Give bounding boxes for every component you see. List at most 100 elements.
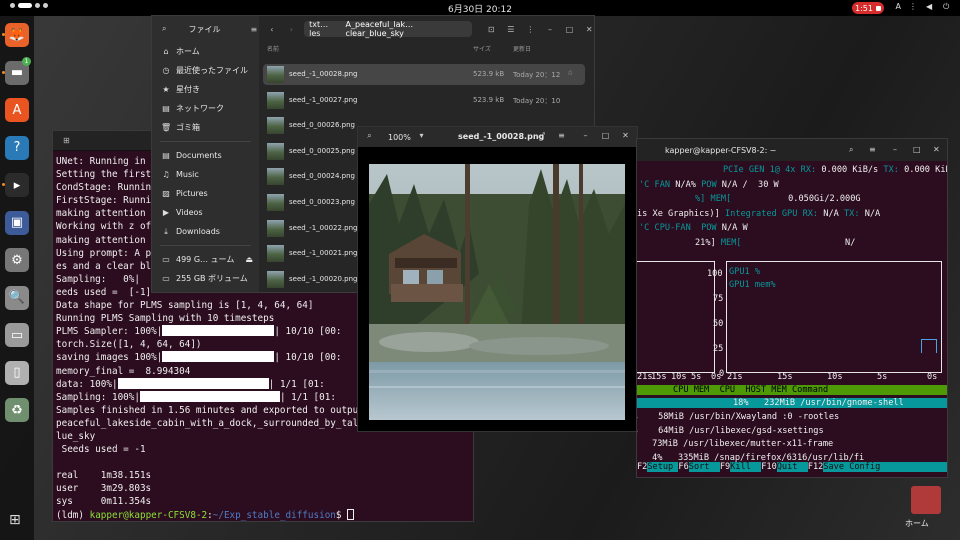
sidebar-label: 499 G… ューム (176, 255, 235, 264)
process-row[interactable]: 0% 58MiB /usr/bin/Xwayland :0 -rootles (637, 412, 839, 422)
breadcrumb[interactable]: txt…les A_peaceful_lak…clear_blue_sky (304, 20, 473, 38)
function-key-label[interactable]: Kill (730, 462, 761, 472)
sidebar-volume-1[interactable]: ▭ 255 GB ボリューム (152, 269, 259, 288)
home-folder-label[interactable]: ホーム (905, 518, 929, 529)
forward-icon[interactable]: › (285, 25, 299, 34)
nvtop-terminal-window[interactable]: kapper@kapper-CFSV8-2: ~ ⌕ ≡ – □ ✕ PCIe … (636, 138, 948, 478)
sidebar-item-2[interactable]: ★ 星付き (152, 80, 259, 99)
sidebar-place-1[interactable]: ♫ Music (152, 165, 259, 184)
sidebar-volume-0[interactable]: ▭ 499 G… ューム ⏏ (152, 250, 259, 269)
recording-indicator[interactable]: 1:51 (852, 2, 884, 14)
column-name[interactable]: 名前 (267, 44, 279, 53)
prompt-env: (ldm) (56, 509, 90, 521)
viewer-close-icon[interactable]: ✕ (620, 131, 631, 142)
nvtop-minimize-icon[interactable]: – (893, 145, 897, 154)
sidebar-place-0[interactable]: ▤ Documents (152, 146, 259, 165)
zoom-level[interactable]: 100% (388, 133, 411, 142)
nvtop-maximize-icon[interactable]: □ (913, 145, 921, 154)
back-icon[interactable]: ‹ (265, 25, 279, 34)
fullscreen-icon[interactable]: ⤢ (536, 131, 547, 142)
function-key-f2[interactable]: F2 (637, 462, 648, 472)
eject-icon[interactable]: ⏏ (245, 255, 253, 264)
file-name: seed_-1_00028.png (289, 70, 358, 78)
home-folder-icon[interactable] (911, 486, 941, 514)
nvtop-search-icon[interactable]: ⌕ (849, 145, 853, 155)
stop-icon[interactable] (875, 5, 881, 11)
prompt-path: ~/Exp_stable_diffusion (212, 509, 336, 521)
function-key-f9[interactable]: F9 (719, 462, 731, 472)
zoom-icon[interactable]: ⌕ (364, 131, 375, 142)
image-thumbnail (267, 142, 284, 160)
function-key-f10[interactable]: F10 (761, 462, 777, 472)
function-key-label[interactable]: Setup (647, 462, 678, 472)
list-view-icon[interactable]: ☰ (504, 25, 518, 34)
sidebar-item-1[interactable]: ◷ 最近使ったファイル (152, 61, 259, 80)
x-tick: 10s (671, 372, 687, 382)
image-viewer-window[interactable]: ⌕ 100% ▾ seed_-1_00028.png ⤢ ≡ – □ ✕ (357, 126, 638, 432)
maximize-icon[interactable]: □ (563, 25, 577, 34)
sidebar-place-2[interactable]: ▨ Pictures (152, 184, 259, 203)
sidebar-item-4[interactable]: 🗑 ゴミ箱 (152, 118, 259, 137)
function-key-label[interactable]: Quit (777, 462, 808, 472)
sidebar-item-0[interactable]: ⌂ ホーム (152, 42, 259, 61)
dock-drive[interactable]: ▭ (5, 323, 29, 347)
image-thumbnail (267, 219, 284, 237)
dock-software[interactable]: A (5, 98, 29, 122)
file-row[interactable]: seed_-1_00027.png 523.9 kB Today 20：10 (263, 90, 585, 111)
viewer-titlebar[interactable]: ⌕ 100% ▾ seed_-1_00028.png ⤢ ≡ – □ ✕ (358, 127, 637, 147)
terminal-prompt[interactable]: (ldm) kapper@kapper-CFSV8-2:~/Exp_stable… (56, 508, 473, 521)
dock-badge: 1 (22, 56, 31, 66)
nvtop-menu-icon[interactable]: ≡ (869, 145, 876, 154)
function-key-f6[interactable]: F6 (678, 462, 689, 472)
sidebar-label: ゴミ箱 (176, 123, 200, 132)
process-table-header[interactable]: CPU MEM CPU HOST MEM Command (637, 385, 947, 395)
view-options-icon[interactable]: ⊡ (484, 25, 498, 34)
file-name: seed_-1_00021.png (289, 249, 358, 258)
viewer-maximize-icon[interactable]: □ (600, 131, 611, 142)
menu-icon[interactable]: ⋮ (524, 25, 538, 34)
new-tab-icon[interactable]: ⊞ (63, 136, 70, 145)
breadcrumb-parent[interactable]: txt…les (309, 20, 338, 38)
breadcrumb-current[interactable]: A_peaceful_lak…clear_blue_sky (346, 20, 468, 38)
dock-firefox[interactable]: 🦊 (5, 23, 29, 47)
x-tick: 5s (877, 372, 888, 382)
clock[interactable]: 6月30日 20:12 (0, 2, 960, 15)
function-key-label[interactable]: Sort (689, 462, 720, 472)
hamburger-menu-icon[interactable]: ≡ (250, 25, 257, 34)
zoom-dropdown-icon[interactable]: ▾ (416, 131, 427, 142)
dock-settings[interactable]: ⚙ (5, 248, 29, 272)
dock-screenshot[interactable]: ▣ (5, 210, 29, 235)
input-method[interactable]: A (896, 2, 901, 11)
function-key-label[interactable]: Save Config (823, 462, 880, 472)
function-key-f12[interactable]: F12 (807, 462, 824, 472)
process-row[interactable]: 3993 kapper 1 Graphic 0% 73MiB /usr/libe… (637, 439, 833, 449)
dock-magnifier[interactable]: 🔍 (5, 285, 29, 310)
search-icon[interactable]: ⌕ (162, 24, 166, 34)
minimize-icon[interactable]: – (543, 25, 557, 34)
system-tray[interactable]: A ⋮ ◀ ⏻ (896, 2, 952, 11)
file-row[interactable]: seed_-1_00028.png 523.9 kB Today 20：12 ☆ (263, 64, 585, 85)
prompt-user: kapper@kapper-CFSV8-2 (89, 509, 208, 521)
show-apps-icon[interactable]: ⊞ (9, 512, 21, 528)
dock-trash[interactable]: ♻ (5, 398, 29, 422)
sidebar-item-3[interactable]: ▤ ネットワーク (152, 99, 259, 118)
dock-drive2[interactable]: ▯ (5, 360, 29, 385)
viewer-minimize-icon[interactable]: – (580, 131, 591, 142)
process-row[interactable]: 0% 64MiB /usr/libexec/gsd-xsettings (637, 426, 824, 436)
top-bar: 6月30日 20:12 1:51 A ⋮ ◀ ⏻ (0, 0, 960, 16)
sidebar-place-3[interactable]: ▶ Videos (152, 203, 259, 222)
sidebar-place-4[interactable]: ⤓ Downloads (152, 222, 259, 241)
column-modified[interactable]: 更新日 (513, 44, 531, 53)
process-row-selected[interactable]: 18% 232MiB /usr/bin/gnome-shell (637, 398, 947, 408)
viewer-menu-icon[interactable]: ≡ (556, 131, 567, 142)
close-icon[interactable]: ✕ (582, 25, 594, 34)
nvtop-output[interactable]: PCIe GEN 1@ 4x RX: 0.000 KiB/s TX: 0.000… (637, 163, 947, 477)
nvtop-titlebar[interactable]: kapper@kapper-CFSV8-2: ~ ⌕ ≡ – □ ✕ (637, 139, 947, 161)
dock-terminal[interactable]: ▸ (5, 173, 29, 197)
column-size[interactable]: サイズ (473, 44, 491, 53)
gpu-usage-spike (921, 339, 937, 353)
star-icon[interactable]: ☆ (567, 69, 573, 77)
nvtop-close-icon[interactable]: ✕ (933, 145, 940, 154)
dock-help[interactable]: ? (5, 135, 29, 160)
y-tick: 100 (707, 269, 723, 279)
